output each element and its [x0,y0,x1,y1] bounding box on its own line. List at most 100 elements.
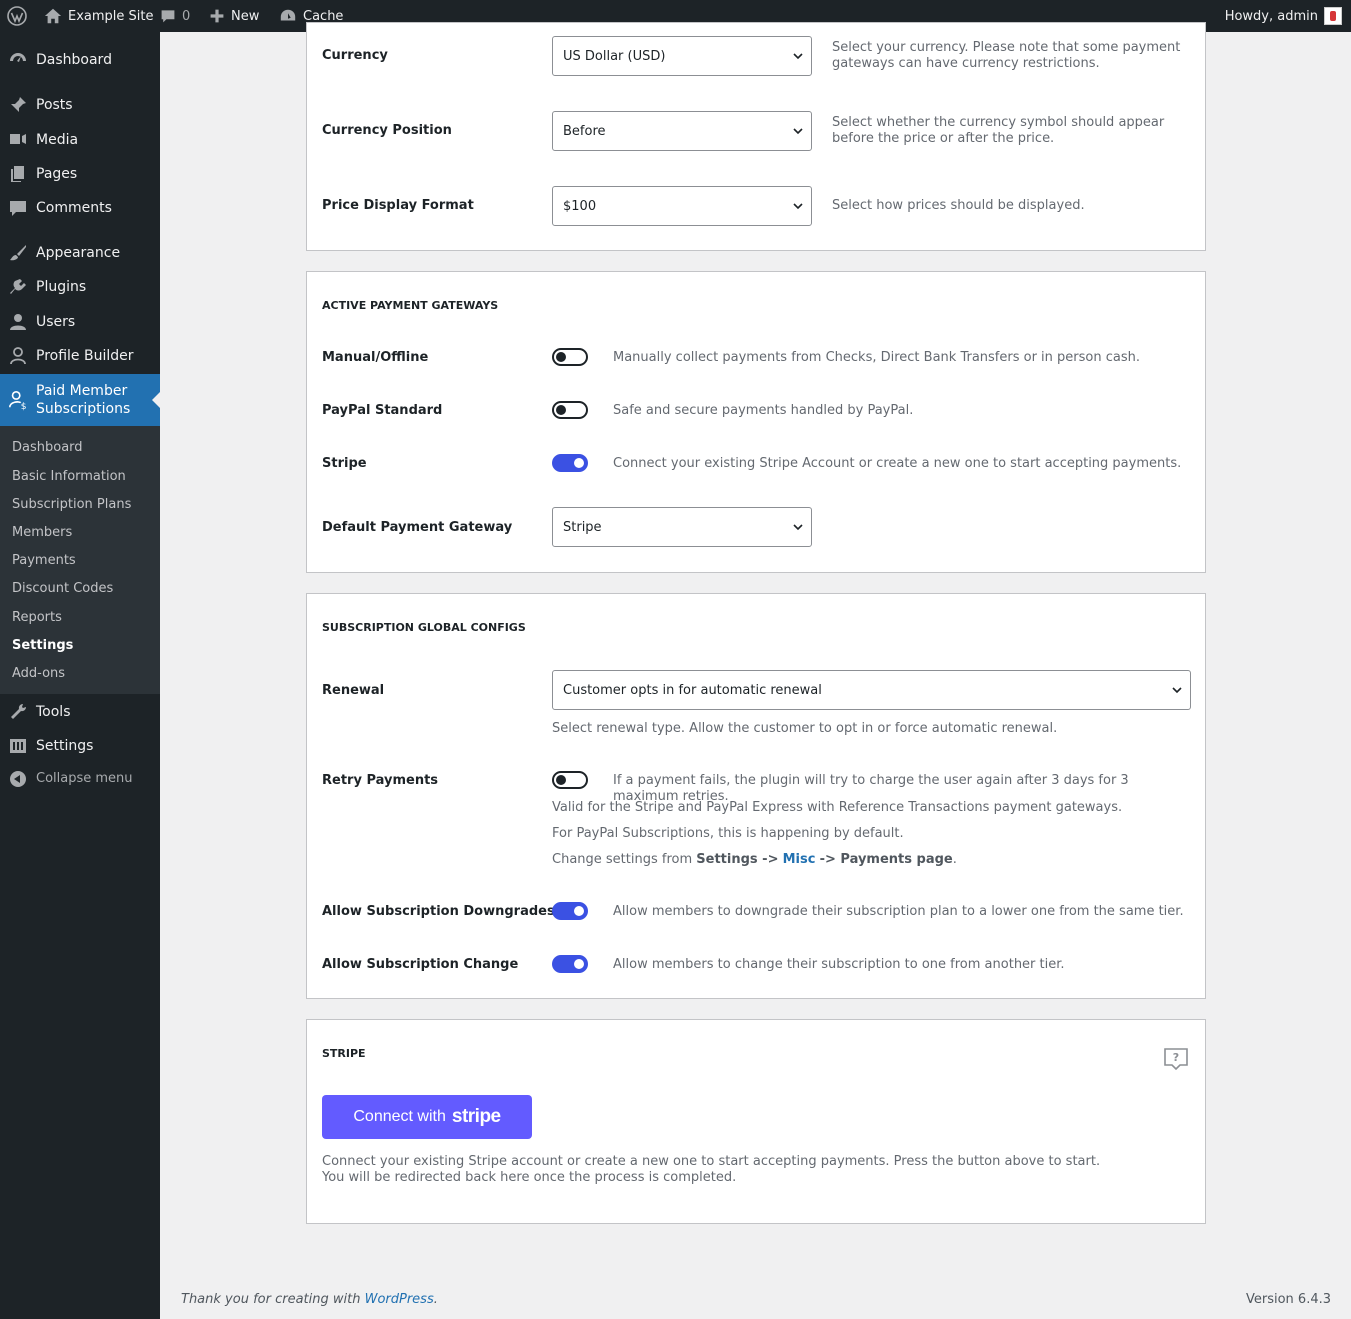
chevron-down-icon [793,524,803,531]
menu-item-appearance[interactable]: Appearance [0,241,160,265]
menu-item-profile-builder[interactable]: Profile Builder [0,344,160,368]
paypal-standard-toggle[interactable] [552,401,588,419]
menu-item-dashboard[interactable]: Dashboard [0,48,160,72]
comment-icon [8,198,28,218]
currency-description: Select your currency. Please note that s… [832,40,1181,71]
comments-link[interactable]: 0 [160,0,190,32]
allow-downgrades-label: Allow Subscription Downgrades [322,904,555,919]
manual-offline-description: Manually collect payments from Checks, D… [613,350,1140,365]
currency-select-value: US Dollar (USD) [563,48,666,64]
submenu-subscription-plans[interactable]: Subscription Plans [12,497,131,512]
footer-version: Version 6.4.3 [1245,1292,1331,1307]
avatar [1324,7,1342,25]
wordpress-logo-icon[interactable] [7,0,27,32]
menu-item-media[interactable]: Media [0,128,160,152]
price-format-select[interactable]: $100 [552,186,812,226]
chevron-down-icon [793,53,803,60]
currency-label: Currency [322,48,388,63]
plugin-icon [8,277,28,297]
pin-icon [8,95,28,115]
pms-submenu: Dashboard Basic Information Subscription… [0,426,160,694]
allow-change-description: Allow members to change their subscripti… [613,957,1065,972]
collapse-icon [8,769,28,789]
footer-thanks: Thank you for creating with WordPress. [181,1292,438,1307]
wordpress-link[interactable]: WordPress [365,1292,434,1307]
new-content-link[interactable]: New [209,0,259,32]
paypal-standard-label: PayPal Standard [322,403,443,418]
stripe-label: Stripe [322,456,367,471]
chevron-down-icon [793,203,803,210]
price-format-value: $100 [563,198,597,214]
menu-item-posts[interactable]: Posts [0,93,160,117]
chevron-down-icon [793,128,803,135]
stripe-description: Connect your existing Stripe Account or … [613,456,1182,471]
member-dollar-icon: $ [8,390,28,411]
submenu-members[interactable]: Members [12,525,72,540]
allow-change-toggle[interactable] [552,955,588,973]
stripe-toggle[interactable] [552,454,588,472]
pages-icon [8,164,28,184]
submenu-discount-codes[interactable]: Discount Codes [12,581,113,596]
renewal-select[interactable]: Customer opts in for automatic renewal [552,670,1191,710]
menu-item-settings[interactable]: Settings [0,734,160,758]
stripe-connect-description: Connect your existing Stripe account or … [322,1154,1101,1169]
comment-bubble-icon [161,10,175,23]
default-gateway-label: Default Payment Gateway [322,520,513,535]
menu-item-users[interactable]: Users [0,310,160,334]
section-title: ACTIVE PAYMENT GATEWAYS [322,299,499,312]
collapse-menu-button[interactable]: Collapse menu [0,768,160,790]
menu-item-plugins[interactable]: Plugins [0,275,160,299]
wrench-icon [8,702,28,722]
chevron-down-icon [1172,687,1182,694]
svg-text:$: $ [21,402,27,411]
submenu-basic-information[interactable]: Basic Information [12,469,126,484]
submenu-settings[interactable]: Settings [12,638,73,653]
submenu-reports[interactable]: Reports [12,610,62,625]
account-menu[interactable]: Howdy, admin [1225,0,1342,32]
person-icon [8,346,28,366]
price-format-label: Price Display Format [322,198,474,213]
dashboard-icon [8,50,28,70]
renewal-label: Renewal [322,683,385,698]
menu-item-tools[interactable]: Tools [0,700,160,724]
submenu-dashboard[interactable]: Dashboard [12,440,83,455]
allow-change-label: Allow Subscription Change [322,957,519,972]
stripe-brand-text: stripe [451,1106,501,1127]
renewal-value: Customer opts in for automatic renewal [563,682,822,698]
admin-sidebar: Dashboard Posts Media Pages Comments App… [0,32,160,1319]
section-title: SUBSCRIPTION GLOBAL CONFIGS [322,621,526,634]
currency-position-description: Select whether the currency symbol shoul… [832,115,1165,146]
default-gateway-select[interactable]: Stripe [552,507,812,547]
currency-position-label: Currency Position [322,123,452,138]
media-icon [8,130,28,150]
submenu-payments[interactable]: Payments [12,553,76,568]
manual-offline-toggle[interactable] [552,348,588,366]
new-label: New [231,8,260,24]
allow-downgrades-toggle[interactable] [552,902,588,920]
howdy-text: Howdy, admin [1224,8,1318,24]
default-gateway-value: Stripe [563,519,602,535]
home-icon [44,8,62,24]
retry-payments-note-settings: Change settings from Settings -> Misc ->… [552,852,957,867]
help-icon[interactable]: ? [1163,1047,1189,1071]
renewal-description: Select renewal type. Allow the customer … [552,721,1058,736]
retry-payments-label: Retry Payments [322,773,439,788]
menu-item-pages[interactable]: Pages [0,162,160,186]
menu-item-comments[interactable]: Comments [0,196,160,220]
submenu-add-ons[interactable]: Add-ons [12,666,65,681]
paypal-standard-description: Safe and secure payments handled by PayP… [613,403,914,418]
misc-settings-link[interactable]: Misc [783,852,816,867]
retry-payments-toggle[interactable] [552,771,588,789]
site-name: Example Site [68,8,154,24]
menu-item-paid-member-subscriptions[interactable]: $ Paid Member Subscriptions [0,374,160,426]
currency-position-select[interactable]: Before [552,111,812,151]
plus-icon [210,9,224,23]
sliders-icon [8,736,28,756]
currency-select[interactable]: US Dollar (USD) [552,36,812,76]
subscription-configs-panel: SUBSCRIPTION GLOBAL CONFIGS Renewal Cust… [306,593,1206,999]
brush-icon [8,243,28,263]
section-title: STRIPE [322,1047,366,1060]
site-name-link[interactable]: Example Site [44,0,154,32]
connect-with-stripe-button[interactable]: Connect with stripe [322,1095,532,1139]
stripe-redirect-note: You will be redirected back here once th… [322,1170,737,1185]
